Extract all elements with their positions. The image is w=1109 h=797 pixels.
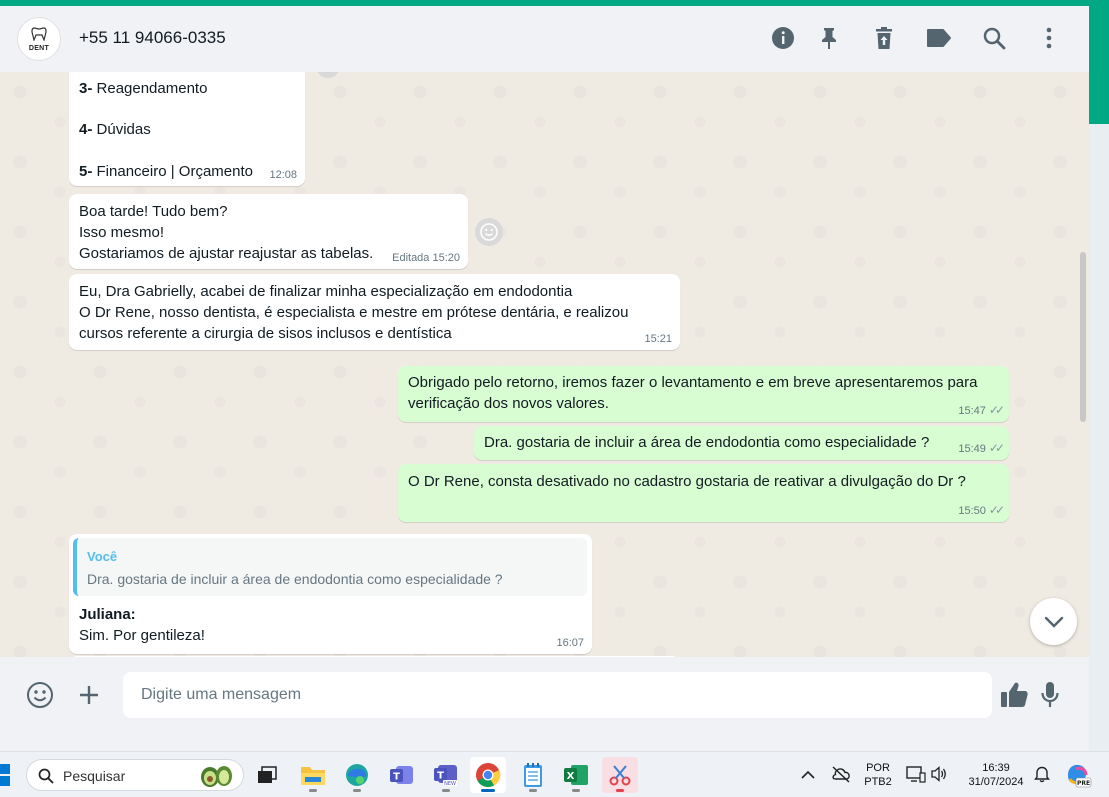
svg-text:NEW: NEW [444, 781, 456, 787]
message-line: verificação dos novos valores. [408, 395, 609, 412]
emoji-icon[interactable] [23, 678, 57, 712]
outgoing-message-bubble[interactable]: O Dr Rene, consta desativado no cadastro… [398, 464, 1009, 522]
taskbar-clock[interactable]: 16:39 31/07/2024 [958, 761, 1034, 789]
message-text: O Dr Rene, consta desativado no cadastro… [408, 473, 966, 490]
double-check-icon: ✓✓ [988, 441, 1005, 455]
whatsapp-window: DENT +55 11 94066-0335 3- Reagendamento … [0, 6, 1089, 751]
double-check-icon: ✓✓ [988, 503, 1005, 517]
right-window-strip [1089, 6, 1109, 751]
message-line: Isso mesmo! [79, 224, 165, 241]
svg-text:PRE: PRE [1077, 780, 1090, 787]
message-input[interactable] [123, 672, 992, 718]
message-composer [0, 657, 1089, 751]
right-accent-bar [1089, 6, 1109, 124]
contact-avatar[interactable]: DENT [17, 17, 61, 61]
contact-name[interactable]: +55 11 94066-0335 [79, 28, 226, 48]
attach-plus-icon[interactable] [72, 678, 106, 712]
outgoing-message-bubble[interactable]: Obrigado pelo retorno, iremos fazer o le… [398, 366, 1009, 422]
language-code: POR [866, 762, 890, 774]
taskbar-teams[interactable]: T [384, 757, 420, 793]
message-line: Eu, Dra Gabrielly, acabei de finalizar m… [79, 283, 573, 300]
reaction-emoji-icon[interactable] [475, 218, 503, 246]
label-icon[interactable] [926, 25, 952, 51]
cloud-off-icon[interactable] [831, 765, 851, 788]
sender-name: Juliana: [79, 606, 136, 623]
chevron-down-icon [1044, 616, 1063, 628]
message-line: Boa tarde! Tudo bem? [79, 203, 228, 220]
info-icon[interactable] [770, 25, 796, 51]
avocado-icon [201, 766, 232, 787]
incoming-message-bubble[interactable]: Eu, Dra Gabrielly, acabei de finalizar m… [69, 274, 680, 350]
search-icon[interactable] [981, 25, 1007, 51]
chat-header: DENT +55 11 94066-0335 [0, 6, 1089, 72]
quoted-message[interactable]: Você Dra. gostaria de incluir a área de … [73, 538, 587, 596]
quote-text: Dra. gostaria de incluir a área de endod… [87, 571, 503, 587]
windows-start-icon[interactable] [0, 764, 12, 791]
scroll-to-bottom-button[interactable] [1030, 598, 1077, 645]
message-time: 15:47 [958, 405, 986, 417]
microphone-icon[interactable] [1033, 678, 1067, 712]
windows-taskbar: Pesquisar T T NEW X POR PTB2 16:39 31/07… [0, 751, 1109, 797]
menu-item: 4- Dúvidas [79, 121, 151, 138]
message-time: 15:49 [958, 443, 986, 455]
taskbar-task-view[interactable] [249, 757, 285, 793]
volume-icon[interactable] [930, 766, 948, 787]
message-time: 12:08 [269, 169, 297, 181]
chat-scrollbar[interactable] [1080, 252, 1086, 422]
menu-item: 5- Financeiro | Orçamento [79, 163, 253, 180]
search-icon [38, 768, 54, 784]
message-text: Sim. Por gentileza! [79, 627, 205, 644]
message-line: cursos referente a cirurgia de sisos inc… [79, 325, 452, 342]
notification-bell-icon[interactable] [1034, 765, 1050, 788]
taskbar-edge[interactable] [339, 757, 375, 793]
chat-area[interactable]: 3- Reagendamento 4- Dúvidas 5- Financeir… [0, 72, 1089, 657]
message-time: 15:21 [644, 333, 672, 345]
menu-item: 3- Reagendamento [79, 80, 208, 97]
more-icon[interactable] [1036, 25, 1062, 51]
message-line: O Dr Rene, nosso dentista, é especialist… [79, 304, 629, 321]
pin-icon[interactable] [816, 25, 842, 51]
quote-author: Você [87, 549, 118, 564]
taskbar-excel[interactable]: X [558, 757, 594, 793]
taskbar-snipping-tool[interactable] [602, 757, 638, 793]
clock-date: 31/07/2024 [968, 776, 1024, 788]
taskbar-notepad[interactable] [515, 757, 551, 793]
message-line: Obrigado pelo retorno, iremos fazer o le… [408, 374, 978, 391]
clock-time: 16:39 [982, 762, 1010, 774]
incoming-message-bubble[interactable]: Boa tarde! Tudo bem? Isso mesmo! Gostari… [69, 194, 468, 269]
chevron-up-icon[interactable] [801, 767, 815, 785]
taskbar-file-explorer[interactable] [295, 757, 331, 793]
keyboard-layout: PTB2 [864, 776, 892, 788]
message-text: Dra. gostaria de incluir a área de endod… [484, 434, 930, 451]
taskbar-search-label: Pesquisar [63, 768, 126, 784]
taskbar-search-box[interactable]: Pesquisar [26, 759, 244, 791]
svg-text:T: T [437, 771, 444, 782]
message-line: Gostariamos de ajustar reajustar as tabe… [79, 245, 374, 262]
double-check-icon: ✓✓ [988, 403, 1005, 417]
tooth-icon: DENT [28, 26, 50, 52]
message-input-box[interactable] [123, 672, 992, 718]
outgoing-message-bubble[interactable]: Dra. gostaria de incluir a área de endod… [474, 426, 1009, 460]
delete-icon[interactable] [871, 25, 897, 51]
svg-text:T: T [393, 772, 400, 783]
message-time: Editada 15:20 [392, 252, 460, 264]
taskbar-teams-new[interactable]: T NEW [428, 757, 464, 793]
avatar-logo-text: DENT [28, 44, 50, 52]
monitor-phone-icon[interactable] [906, 765, 926, 788]
menu-message-bubble[interactable]: 3- Reagendamento 4- Dúvidas 5- Financeir… [69, 72, 305, 186]
message-time: 16:07 [556, 637, 584, 649]
message-time: 15:50 [958, 505, 986, 517]
taskbar-chrome[interactable] [470, 757, 506, 793]
copilot-pre-icon[interactable]: PRE [1064, 761, 1092, 794]
svg-text:X: X [567, 771, 575, 782]
reply-message-bubble[interactable]: Você Dra. gostaria de incluir a área de … [69, 534, 592, 654]
thumbs-up-icon[interactable] [997, 678, 1031, 712]
